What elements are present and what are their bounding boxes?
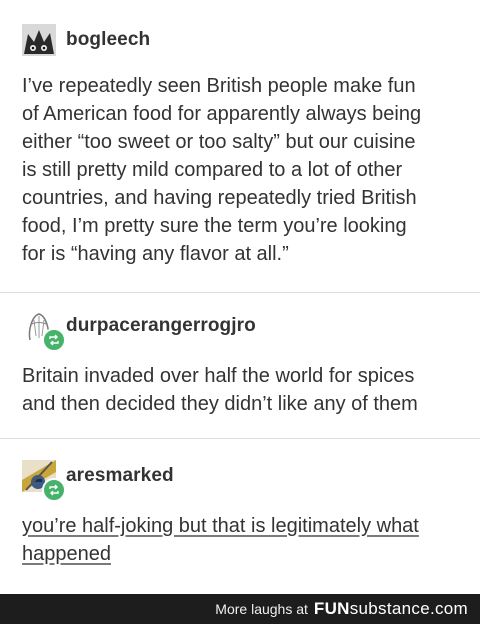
text-line: happened [22, 543, 111, 565]
username[interactable]: durpacerangerrogjro [66, 315, 256, 337]
text-line: for is “having any flavor at all.” [22, 243, 289, 265]
watermark-text: More laughs at [215, 601, 308, 617]
username[interactable]: bogleech [66, 29, 150, 51]
watermark-brand: FUN [313, 599, 350, 618]
reblog-icon [42, 328, 66, 352]
post-header: bogleech [22, 24, 150, 56]
watermark-bar: More laughs at FUN substance.com [0, 594, 480, 624]
text-line: Britain invaded over half the world for … [22, 365, 415, 387]
post-header: durpacerangerrogjro [22, 310, 256, 352]
knight-avatar-icon[interactable] [22, 460, 66, 502]
post-header: aresmarked [22, 460, 174, 502]
post-text: Britain invaded over half the world for … [22, 362, 468, 418]
text-line: and then decided they didn’t like any of… [22, 393, 418, 415]
text-line: food, I’m pretty sure the term you’re lo… [22, 215, 407, 237]
username[interactable]: aresmarked [66, 465, 174, 487]
text-line: of American food for apparently always b… [22, 103, 422, 125]
post-bogleech: bogleech I’ve repeatedly seen British pe… [0, 0, 480, 292]
text-line: you’re half-joking but that is legitimat… [22, 515, 419, 537]
text-line: either “too sweet or too salty” but our … [22, 131, 416, 153]
text-line: I’ve repeatedly seen British people make… [22, 75, 416, 97]
post-aresmarked: aresmarked you’re half-joking but that i… [0, 438, 480, 594]
monster-avatar-icon[interactable] [22, 24, 56, 56]
reblog-icon [42, 478, 66, 502]
text-line: is still pretty mild compared to a lot o… [22, 159, 403, 181]
post-text: you’re half-joking but that is legitimat… [22, 512, 468, 568]
post-durpacerangerrogjro: durpacerangerrogjro Britain invaded over… [0, 292, 480, 438]
text-line: countries, and having repeatedly tried B… [22, 187, 417, 209]
sketch-avatar-icon[interactable] [22, 310, 66, 352]
watermark-brand-domain: substance.com [349, 599, 468, 618]
post-text: I’ve repeatedly seen British people make… [22, 72, 468, 268]
